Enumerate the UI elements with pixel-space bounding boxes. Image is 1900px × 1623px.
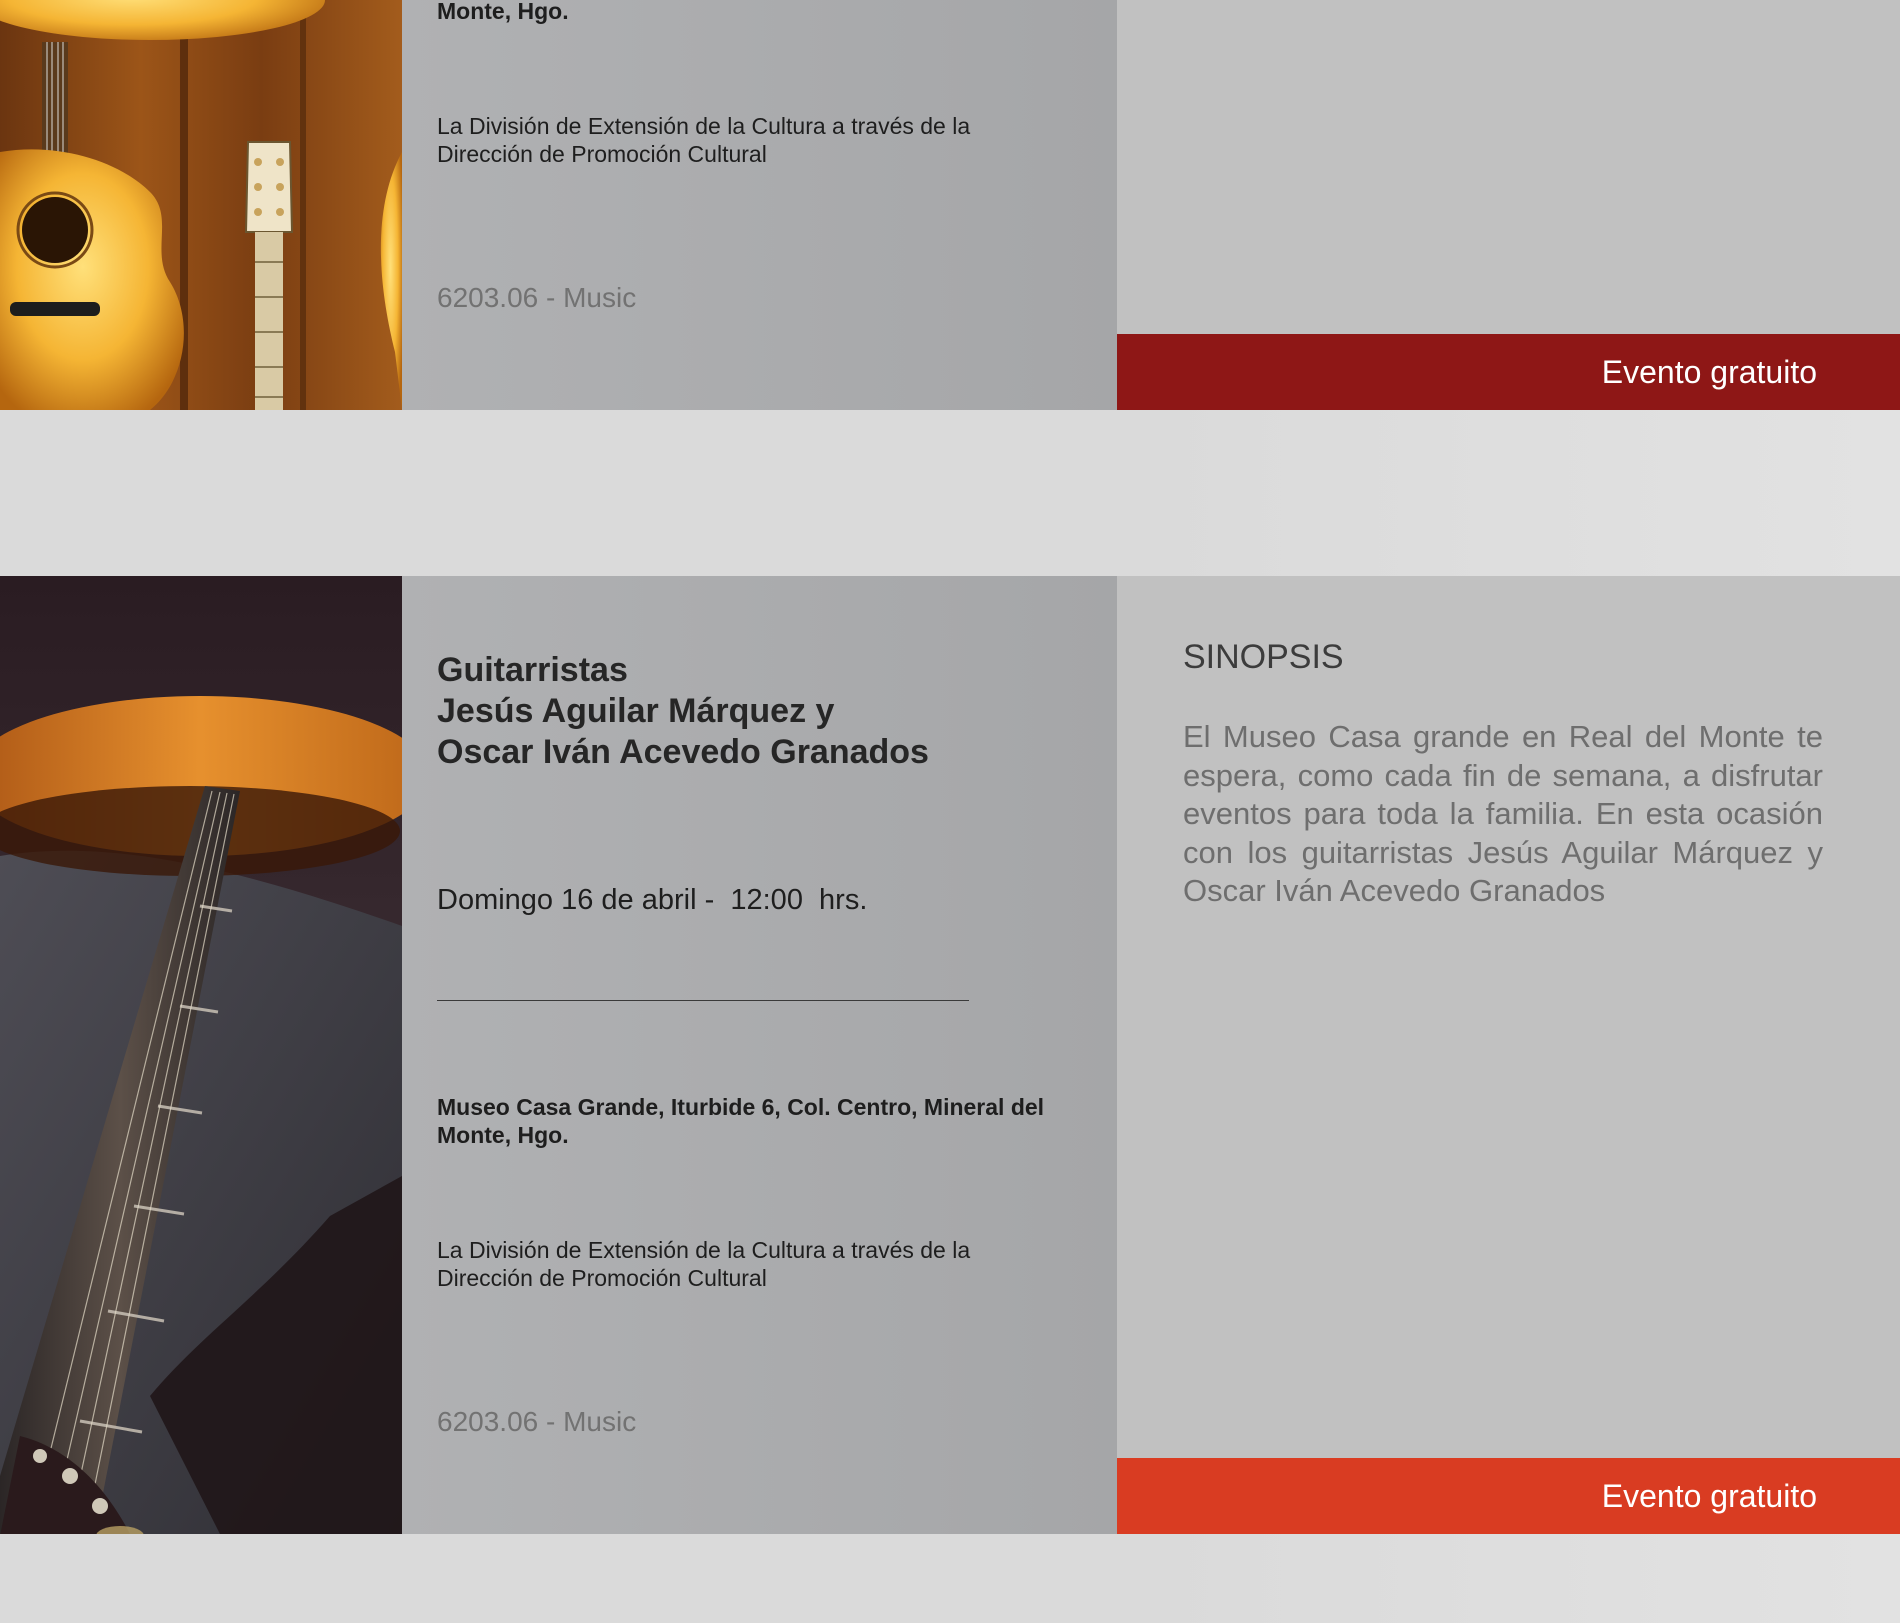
synopsis-body: El Museo Casa grande en Real del Monte t… <box>1183 719 1823 908</box>
event-card[interactable]: Museo Casa Grande, Iturbide 6, Col. Cent… <box>0 0 1900 410</box>
divider <box>437 1000 969 1001</box>
free-event-badge[interactable]: Evento gratuito <box>1117 334 1900 410</box>
acoustic-guitars-image <box>0 0 402 410</box>
event-title-line: Guitarristas <box>437 651 628 689</box>
event-info-panel: Guitarristas Jesús Aguilar Márquez y Osc… <box>402 576 1117 1534</box>
event-title-line: Jesús Aguilar Márquez y <box>437 692 835 730</box>
guitar-neck-photo <box>0 576 402 1534</box>
event-venue: Museo Casa Grande, Iturbide 6, Col. Cent… <box>437 1094 1045 1148</box>
event-datetime: Domingo 16 de abril - 12:00 hrs. <box>437 884 868 916</box>
event-card[interactable]: Guitarristas Jesús Aguilar Márquez y Osc… <box>0 576 1900 1534</box>
event-organizer: La División de Extensión de la Cultura a… <box>437 113 971 167</box>
synopsis-panel: SINOPSIS El Museo Casa grande en Real de… <box>1117 576 1900 1534</box>
event-category[interactable]: 6203.06 - Music <box>437 1405 636 1439</box>
synopsis-heading: SINOPSIS <box>1183 638 1344 676</box>
acoustic-guitars-photo <box>0 0 402 410</box>
synopsis-panel: Evento gratuito <box>1117 0 1900 410</box>
event-title-line: Oscar Iván Acevedo Granados <box>437 733 929 771</box>
event-venue: Museo Casa Grande, Iturbide 6, Col. Cent… <box>437 0 569 24</box>
event-organizer: La División de Extensión de la Cultura a… <box>437 1237 971 1291</box>
free-event-badge[interactable]: Evento gratuito <box>1117 1458 1900 1534</box>
event-title: Guitarristas Jesús Aguilar Márquez y Osc… <box>437 650 1077 773</box>
event-category[interactable]: 6203.06 - Music <box>437 281 636 315</box>
guitar-neck-image <box>0 576 402 1534</box>
event-info-panel: Museo Casa Grande, Iturbide 6, Col. Cent… <box>402 0 1117 410</box>
